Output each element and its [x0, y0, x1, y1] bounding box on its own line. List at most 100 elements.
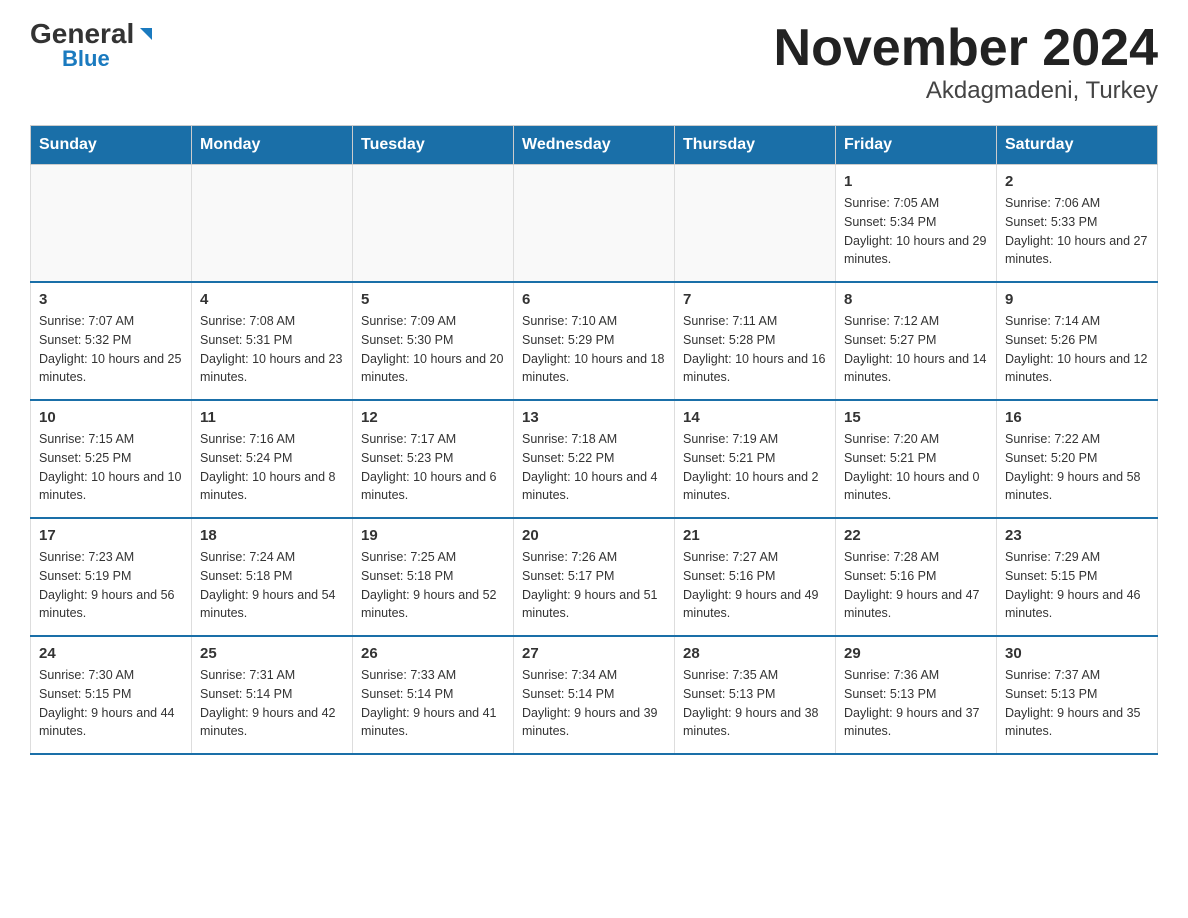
page-header: General Blue November 2024 Akdagmadeni, … [30, 20, 1158, 105]
page-title: November 2024 [774, 20, 1158, 77]
day-cell: 12Sunrise: 7:17 AMSunset: 5:23 PMDayligh… [353, 400, 514, 518]
day-cell [675, 165, 836, 283]
day-cell: 2 Sunrise: 7:06 AMSunset: 5:33 PMDaylight… [997, 165, 1158, 283]
title-block: November 2024 Akdagmadeni, Turkey [774, 20, 1158, 105]
day-info: Sunrise: 7:23 AMSunset: 5:19 PMDaylight:… [39, 548, 183, 623]
day-info: Sunrise: 7:05 AMSunset: 5:34 PMDaylight:… [844, 194, 988, 269]
day-number: 17 [39, 527, 183, 544]
day-number: 16 [1005, 409, 1149, 426]
day-number: 9 [1005, 291, 1149, 308]
day-cell [192, 165, 353, 283]
col-friday: Friday [836, 126, 997, 165]
day-number: 12 [361, 409, 505, 426]
day-number: 15 [844, 409, 988, 426]
page-subtitle: Akdagmadeni, Turkey [774, 77, 1158, 105]
day-info: Sunrise: 7:36 AMSunset: 5:13 PMDaylight:… [844, 666, 988, 741]
day-number: 10 [39, 409, 183, 426]
day-info: Sunrise: 7:22 AMSunset: 5:20 PMDaylight:… [1005, 430, 1149, 505]
day-info: Sunrise: 7:25 AMSunset: 5:18 PMDaylight:… [361, 548, 505, 623]
day-cell: 9 Sunrise: 7:14 AMSunset: 5:26 PMDaylight… [997, 282, 1158, 400]
day-info: Sunrise: 7:27 AMSunset: 5:16 PMDaylight:… [683, 548, 827, 623]
days-of-week-row: Sunday Monday Tuesday Wednesday Thursday… [31, 126, 1158, 165]
week-row-2: 3 Sunrise: 7:07 AMSunset: 5:32 PMDaylight… [31, 282, 1158, 400]
day-cell: 7 Sunrise: 7:11 AMSunset: 5:28 PMDaylight… [675, 282, 836, 400]
day-cell: 6 Sunrise: 7:10 AMSunset: 5:29 PMDaylight… [514, 282, 675, 400]
week-row-5: 24Sunrise: 7:30 AMSunset: 5:15 PMDayligh… [31, 636, 1158, 754]
day-number: 2 [1005, 173, 1149, 190]
day-cell [31, 165, 192, 283]
day-info: Sunrise: 7:29 AMSunset: 5:15 PMDaylight:… [1005, 548, 1149, 623]
day-cell: 28Sunrise: 7:35 AMSunset: 5:13 PMDayligh… [675, 636, 836, 754]
week-row-4: 17 Sunrise: 7:23 AMSunset: 5:19 PMDayligh… [31, 518, 1158, 636]
day-number: 6 [522, 291, 666, 308]
day-number: 20 [522, 527, 666, 544]
day-cell: 14 Sunrise: 7:19 AMSunset: 5:21 PMDayligh… [675, 400, 836, 518]
day-cell: 11 Sunrise: 7:16 AMSunset: 5:24 PMDayligh… [192, 400, 353, 518]
day-info: Sunrise: 7:30 AMSunset: 5:15 PMDaylight:… [39, 666, 183, 741]
day-info: Sunrise: 7:31 AMSunset: 5:14 PMDaylight:… [200, 666, 344, 741]
day-number: 30 [1005, 645, 1149, 662]
day-cell: 18Sunrise: 7:24 AMSunset: 5:18 PMDayligh… [192, 518, 353, 636]
day-cell: 17 Sunrise: 7:23 AMSunset: 5:19 PMDayligh… [31, 518, 192, 636]
day-number: 5 [361, 291, 505, 308]
day-cell: 10 Sunrise: 7:15 AMSunset: 5:25 PMDayligh… [31, 400, 192, 518]
day-number: 14 [683, 409, 827, 426]
day-cell: 30 Sunrise: 7:37 AMSunset: 5:13 PMDayligh… [997, 636, 1158, 754]
day-cell: 15Sunrise: 7:20 AMSunset: 5:21 PMDayligh… [836, 400, 997, 518]
logo-general-text: General [30, 20, 134, 48]
day-info: Sunrise: 7:07 AMSunset: 5:32 PMDaylight:… [39, 312, 183, 387]
col-tuesday: Tuesday [353, 126, 514, 165]
day-cell: 24Sunrise: 7:30 AMSunset: 5:15 PMDayligh… [31, 636, 192, 754]
day-info: Sunrise: 7:11 AMSunset: 5:28 PMDaylight:… [683, 312, 827, 387]
calendar-body: 1Sunrise: 7:05 AMSunset: 5:34 PMDaylight… [31, 165, 1158, 755]
day-info: Sunrise: 7:08 AMSunset: 5:31 PMDaylight:… [200, 312, 344, 387]
day-info: Sunrise: 7:34 AMSunset: 5:14 PMDaylight:… [522, 666, 666, 741]
logo: General Blue [30, 20, 156, 70]
day-info: Sunrise: 7:12 AMSunset: 5:27 PMDaylight:… [844, 312, 988, 387]
day-info: Sunrise: 7:37 AMSunset: 5:13 PMDaylight:… [1005, 666, 1149, 741]
day-info: Sunrise: 7:10 AMSunset: 5:29 PMDaylight:… [522, 312, 666, 387]
day-cell: 19Sunrise: 7:25 AMSunset: 5:18 PMDayligh… [353, 518, 514, 636]
day-cell: 27 Sunrise: 7:34 AMSunset: 5:14 PMDayligh… [514, 636, 675, 754]
col-thursday: Thursday [675, 126, 836, 165]
calendar-table: Sunday Monday Tuesday Wednesday Thursday… [30, 125, 1158, 755]
day-info: Sunrise: 7:15 AMSunset: 5:25 PMDaylight:… [39, 430, 183, 505]
day-info: Sunrise: 7:28 AMSunset: 5:16 PMDaylight:… [844, 548, 988, 623]
week-row-1: 1Sunrise: 7:05 AMSunset: 5:34 PMDaylight… [31, 165, 1158, 283]
col-monday: Monday [192, 126, 353, 165]
day-number: 11 [200, 409, 344, 426]
day-cell: 25Sunrise: 7:31 AMSunset: 5:14 PMDayligh… [192, 636, 353, 754]
day-number: 28 [683, 645, 827, 662]
day-number: 8 [844, 291, 988, 308]
day-cell: 8 Sunrise: 7:12 AMSunset: 5:27 PMDaylight… [836, 282, 997, 400]
day-number: 3 [39, 291, 183, 308]
day-info: Sunrise: 7:16 AMSunset: 5:24 PMDaylight:… [200, 430, 344, 505]
day-info: Sunrise: 7:19 AMSunset: 5:21 PMDaylight:… [683, 430, 827, 505]
day-number: 7 [683, 291, 827, 308]
day-number: 27 [522, 645, 666, 662]
day-info: Sunrise: 7:26 AMSunset: 5:17 PMDaylight:… [522, 548, 666, 623]
day-number: 4 [200, 291, 344, 308]
col-saturday: Saturday [997, 126, 1158, 165]
day-number: 21 [683, 527, 827, 544]
day-cell: 13Sunrise: 7:18 AMSunset: 5:22 PMDayligh… [514, 400, 675, 518]
day-cell: 26Sunrise: 7:33 AMSunset: 5:14 PMDayligh… [353, 636, 514, 754]
day-cell [514, 165, 675, 283]
day-info: Sunrise: 7:14 AMSunset: 5:26 PMDaylight:… [1005, 312, 1149, 387]
logo-triangle-icon [136, 24, 156, 44]
day-number: 22 [844, 527, 988, 544]
day-number: 13 [522, 409, 666, 426]
day-cell: 22 Sunrise: 7:28 AMSunset: 5:16 PMDayligh… [836, 518, 997, 636]
col-sunday: Sunday [31, 126, 192, 165]
day-info: Sunrise: 7:33 AMSunset: 5:14 PMDaylight:… [361, 666, 505, 741]
day-info: Sunrise: 7:24 AMSunset: 5:18 PMDaylight:… [200, 548, 344, 623]
calendar-header: Sunday Monday Tuesday Wednesday Thursday… [31, 126, 1158, 165]
day-cell: 23Sunrise: 7:29 AMSunset: 5:15 PMDayligh… [997, 518, 1158, 636]
day-cell [353, 165, 514, 283]
day-info: Sunrise: 7:06 AMSunset: 5:33 PMDaylight:… [1005, 194, 1149, 269]
day-info: Sunrise: 7:09 AMSunset: 5:30 PMDaylight:… [361, 312, 505, 387]
day-cell: 16 Sunrise: 7:22 AMSunset: 5:20 PMDayligh… [997, 400, 1158, 518]
day-cell: 21 Sunrise: 7:27 AMSunset: 5:16 PMDayligh… [675, 518, 836, 636]
day-cell: 20 Sunrise: 7:26 AMSunset: 5:17 PMDayligh… [514, 518, 675, 636]
col-wednesday: Wednesday [514, 126, 675, 165]
